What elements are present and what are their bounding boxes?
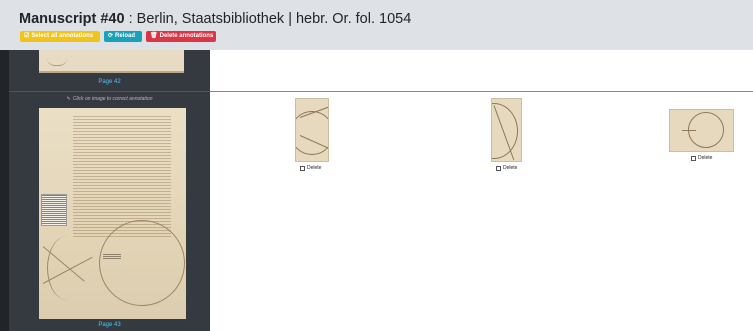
diagram-circle [99,220,185,306]
annotation-3-image[interactable] [669,109,734,152]
annotation-3-delete[interactable]: Delete [691,155,712,161]
select-all-annotations-button[interactable]: ☑ Select all annotations [20,31,100,42]
page-42-label[interactable]: Page 42 [9,79,210,85]
reload-button[interactable]: ⟳ Reload [104,31,142,42]
margin-note [41,194,67,226]
diagram-caption [103,254,121,259]
check-square-icon: ☑ [24,33,30,39]
delete-label: Delete [503,165,518,171]
page-43-label[interactable]: Page 43 [9,322,210,328]
trash-icon: 🗑 [150,33,158,39]
page-43-image[interactable] [39,108,186,319]
select-all-label: Select all annotations [31,33,94,39]
annotation-2-delete[interactable]: Delete [496,165,517,171]
manuscript-source: : Berlin, Staatsbibliothek | hebr. Or. f… [124,11,412,27]
page-42-drawing [47,52,67,66]
page-header: Manuscript #40 : Berlin, Staatsbibliothe… [0,0,753,50]
page-42-image[interactable] [39,50,184,73]
left-edge-stripe [0,50,9,331]
delete-annotations-label: Delete annotations [159,33,214,39]
annotation-1-image[interactable] [295,98,329,162]
page-title: Manuscript #40 : Berlin, Staatsbibliothe… [19,11,411,27]
annotation-row-divider [210,91,753,92]
manuscript-number: Manuscript #40 [19,11,125,27]
delete-checkbox[interactable] [496,165,501,171]
sync-icon: ⟳ [108,33,114,39]
delete-label: Delete [307,165,322,171]
delete-label: Delete [698,155,713,161]
correction-hint-text: Click on image to correct annotation [72,96,153,102]
delete-checkbox[interactable] [300,165,305,171]
annotation-1-delete[interactable]: Delete [300,165,321,171]
reload-label: Reload [115,33,136,39]
delete-checkbox[interactable] [691,155,696,161]
delete-annotations-button[interactable]: 🗑 Delete annotations [146,31,216,42]
annotation-diagram-line [682,130,696,131]
edit-icon: ✎ [66,96,71,102]
annotation-2-image[interactable] [491,98,522,162]
correction-hint: ✎ Click on image to correct annotation [9,96,210,102]
main-text-block [73,116,171,238]
